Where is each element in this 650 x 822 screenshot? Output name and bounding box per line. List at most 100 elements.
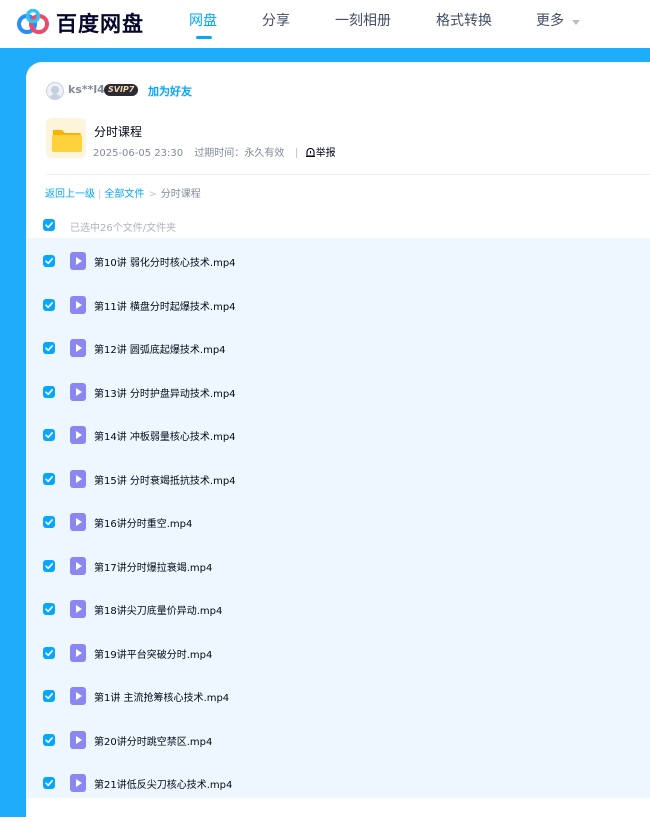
file-name[interactable]: 第13讲 分时护盘异动技术.mp4 xyxy=(94,385,236,400)
file-row[interactable]: 第1讲 主流抢筹核心技术.mp4 xyxy=(26,675,650,718)
file-checkbox[interactable] xyxy=(43,429,55,441)
expiry-label: 过期时间： xyxy=(194,148,245,159)
select-all-checkbox[interactable] xyxy=(43,219,55,231)
top-navigation: 百度网盘 网盘 分享 一刻相册 格式转换 更多 xyxy=(0,0,650,48)
file-checkbox[interactable] xyxy=(43,298,55,311)
check-icon xyxy=(45,649,53,656)
file-checkbox[interactable] xyxy=(43,516,55,528)
chevron-down-icon xyxy=(572,19,580,25)
breadcrumb: 返回上一级 | 全部文件 > 分时课程 xyxy=(45,185,201,200)
file-name[interactable]: 第12讲 圆弧底起爆技术.mp4 xyxy=(94,341,226,356)
check-icon xyxy=(45,258,53,265)
video-file-icon xyxy=(70,600,86,618)
file-checkbox[interactable] xyxy=(43,385,55,398)
file-name[interactable]: 第17讲分时爆拉衰竭.mp4 xyxy=(94,559,212,574)
video-file-icon xyxy=(70,513,86,531)
file-name[interactable]: 第21讲低反尖刀核心技术.mp4 xyxy=(94,776,232,791)
report-label: 举报 xyxy=(315,148,336,159)
nav-share[interactable]: 分享 xyxy=(262,10,290,30)
breadcrumb-back-link[interactable]: 返回上一级 xyxy=(45,189,95,200)
add-friend-link[interactable]: 加为好友 xyxy=(148,83,192,99)
share-date: 2025-06-05 23:30 xyxy=(93,148,184,159)
file-row[interactable]: 第10讲 弱化分时核心技术.mp4 xyxy=(26,240,650,283)
cloud-logo-icon xyxy=(17,9,49,34)
file-name[interactable]: 第10讲 弱化分时核心技术.mp4 xyxy=(94,254,236,269)
nav-more[interactable]: 更多 xyxy=(536,10,580,30)
check-icon xyxy=(45,345,53,352)
check-icon xyxy=(45,388,53,395)
avatar[interactable] xyxy=(46,82,64,100)
file-checkbox[interactable] xyxy=(43,603,55,615)
file-name[interactable]: 第15讲 分时衰竭抵抗技术.mp4 xyxy=(94,472,236,487)
file-name[interactable]: 第20讲分时跳空禁区.mp4 xyxy=(94,733,212,748)
check-icon xyxy=(45,780,53,787)
nav-active-indicator xyxy=(196,36,212,39)
baidu-netdisk-logo[interactable]: 百度网盘 xyxy=(16,7,143,37)
nav-netdisk[interactable]: 网盘 xyxy=(189,10,217,30)
file-row[interactable]: 第20讲分时跳空禁区.mp4 xyxy=(26,719,650,762)
check-icon xyxy=(45,222,53,229)
check-icon xyxy=(45,606,53,613)
file-name[interactable]: 第18讲尖刀底量价异动.mp4 xyxy=(94,602,222,617)
breadcrumb-chevron-icon: > xyxy=(148,189,157,200)
svip-badge: SVIP7 xyxy=(104,84,139,96)
share-title: 分时课程 xyxy=(94,125,143,139)
file-name[interactable]: 第1讲 主流抢筹核心技术.mp4 xyxy=(94,689,229,704)
file-name[interactable]: 第19讲平台突破分时.mp4 xyxy=(94,646,212,661)
file-name[interactable]: 第16讲分时重空.mp4 xyxy=(94,515,192,530)
expiry-value: 永久有效 xyxy=(244,148,285,159)
header-divider xyxy=(46,174,650,175)
video-file-icon xyxy=(70,730,86,749)
file-row[interactable]: 第15讲 分时衰竭抵抗技术.mp4 xyxy=(26,458,650,501)
file-row[interactable]: 第21讲低反尖刀核心技术.mp4 xyxy=(26,762,650,805)
file-name[interactable]: 第11讲 横盘分时起爆技术.mp4 xyxy=(94,298,236,313)
file-checkbox[interactable] xyxy=(43,646,55,659)
check-icon xyxy=(45,432,53,439)
file-checkbox[interactable] xyxy=(43,559,55,572)
video-file-icon xyxy=(70,339,86,357)
file-row[interactable]: 第11讲 横盘分时起爆技术.mp4 xyxy=(26,284,650,327)
selection-status: 已选中26个文件/文件夹 xyxy=(70,223,177,234)
file-checkbox[interactable] xyxy=(43,255,55,267)
video-file-icon xyxy=(70,774,86,792)
video-file-icon xyxy=(70,426,86,444)
video-file-icon xyxy=(70,252,86,270)
check-icon xyxy=(45,301,53,308)
breadcrumb-all-files-link[interactable]: 全部文件 xyxy=(104,189,144,200)
folder-icon xyxy=(52,130,82,152)
file-checkbox[interactable] xyxy=(43,472,55,485)
file-row[interactable]: 第16讲分时重空.mp4 xyxy=(26,501,650,544)
share-meta: 2025-06-05 23:30 过期时间：永久有效 举报 xyxy=(93,144,352,159)
report-icon xyxy=(305,147,315,158)
check-icon xyxy=(45,736,53,743)
check-icon xyxy=(45,562,53,569)
file-row[interactable]: 第18讲尖刀底量价异动.mp4 xyxy=(26,588,650,631)
file-list: 第10讲 弱化分时核心技术.mp4 第11讲 横盘分时起爆技术.mp4 第12讲 圆… xyxy=(26,238,650,798)
check-icon xyxy=(45,475,53,482)
nav-more-label: 更多 xyxy=(536,13,564,29)
file-checkbox[interactable] xyxy=(43,690,55,702)
video-file-icon xyxy=(70,382,86,401)
share-folder-thumb xyxy=(46,118,86,158)
nav-format-convert[interactable]: 格式转换 xyxy=(436,10,492,30)
file-row[interactable]: 第13讲 分时护盘异动技术.mp4 xyxy=(26,371,650,414)
file-row[interactable]: 第14讲 冲板弱量核心技术.mp4 xyxy=(26,414,650,457)
file-checkbox[interactable] xyxy=(43,733,55,746)
file-checkbox[interactable] xyxy=(43,342,55,354)
video-file-icon xyxy=(70,687,86,705)
video-file-icon xyxy=(70,643,86,662)
video-file-icon xyxy=(70,295,86,314)
nav-moment-album[interactable]: 一刻相册 xyxy=(335,10,391,30)
video-file-icon xyxy=(70,556,86,575)
video-file-icon xyxy=(70,469,86,488)
meta-divider xyxy=(295,148,297,158)
report-button[interactable]: 举报 xyxy=(305,147,344,159)
file-row[interactable]: 第17讲分时爆拉衰竭.mp4 xyxy=(26,545,650,588)
share-card: ks**l4 SVIP7 加为好友 分时课程 2025-06-05 23:30 … xyxy=(26,62,650,822)
file-checkbox[interactable] xyxy=(43,777,55,789)
file-row[interactable]: 第19讲平台突破分时.mp4 xyxy=(26,632,650,675)
file-name[interactable]: 第14讲 冲板弱量核心技术.mp4 xyxy=(94,428,236,443)
file-row[interactable]: 第12讲 圆弧底起爆技术.mp4 xyxy=(26,327,650,370)
brand-name: 百度网盘 xyxy=(56,12,144,36)
check-icon xyxy=(45,519,53,526)
